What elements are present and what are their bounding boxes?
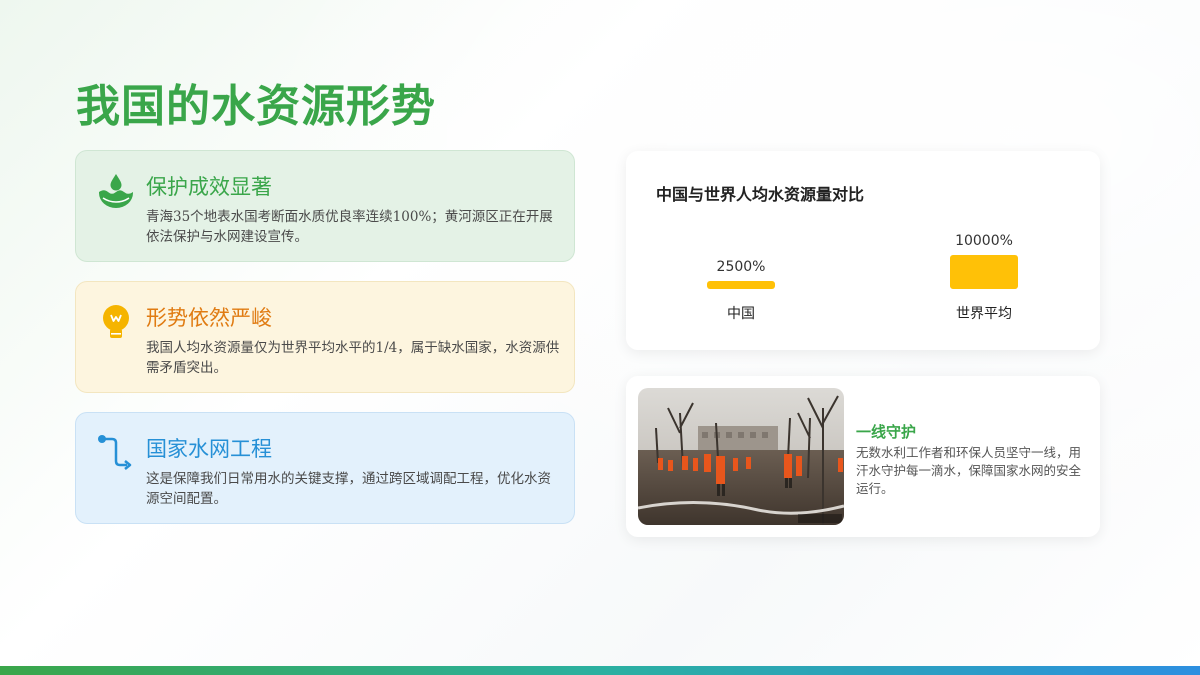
- photo-card-title: 一线守护: [856, 423, 917, 441]
- card-national-water-network: 国家水网工程 这是保障我们日常用水的关键支撑，通过跨区域调配工程，优化水资源空间…: [75, 412, 575, 524]
- card-body: 我国人均水资源量仅为世界平均水平的1/4，属于缺水国家，水资源供需矛盾突出。: [146, 340, 560, 376]
- chart-bar-0: [707, 280, 775, 289]
- card-title: 形势依然严峻: [146, 306, 272, 330]
- chart-category-label-0: 中国: [727, 306, 755, 322]
- water-drop-icon: [96, 171, 136, 211]
- workers-in-orange-uniforms-photo: [638, 388, 844, 525]
- photo-card-body: 无数水利工作者和环保人员坚守一线，用汗水守护每一滴水，保障国家水网的安全运行。: [856, 445, 1082, 496]
- card-body: 这是保障我们日常用水的关键支撑，通过跨区域调配工程，优化水资源空间配置。: [146, 471, 551, 507]
- frontline-guard-card: 一线守护 无数水利工作者和环保人员坚守一线，用汗水守护每一滴水，保障国家水网的安…: [626, 376, 1100, 537]
- water-resource-chart-card: 中国与世界人均水资源量对比 2500% 中国 10000% 世界平均: [626, 151, 1100, 350]
- route-icon: [96, 433, 136, 473]
- bottom-gradient-bar: [0, 666, 1200, 675]
- lightbulb-icon: [96, 302, 136, 342]
- chart-title: 中国与世界人均水资源量对比: [656, 185, 865, 204]
- chart-data-label-1: 10000%: [955, 233, 1013, 249]
- card-severe-situation: 形势依然严峻 我国人均水资源量仅为世界平均水平的1/4，属于缺水国家，水资源供需…: [75, 281, 575, 393]
- card-protection-results: 保护成效显著 青海35个地表水国考断面水质优良率连续100%；黄河源区正在开展依…: [75, 150, 575, 262]
- chart-data-label-0: 2500%: [716, 258, 766, 275]
- chart-bar-1: [950, 255, 1018, 289]
- card-title: 国家水网工程: [146, 437, 272, 461]
- card-body: 青海35个地表水国考断面水质优良率连续100%；黄河源区正在开展依法保护与水网建…: [146, 209, 553, 245]
- chart-category-label-1: 世界平均: [956, 306, 1012, 322]
- page-title: 我国的水资源形势: [76, 81, 436, 132]
- card-title: 保护成效显著: [146, 175, 272, 199]
